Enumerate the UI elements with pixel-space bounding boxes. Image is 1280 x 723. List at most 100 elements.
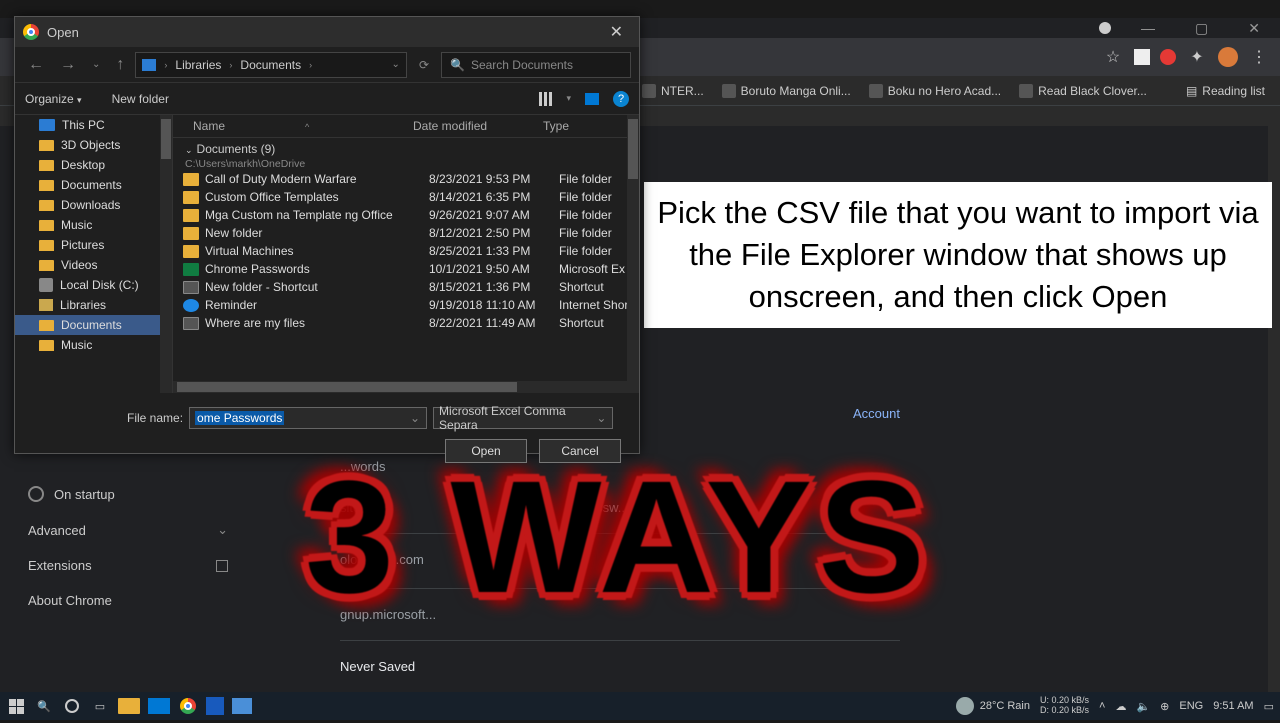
file-group[interactable]: ⌄Documents (9) bbox=[173, 138, 639, 158]
chevron-down-icon[interactable]: ⌄ bbox=[409, 411, 421, 425]
crumb-libraries[interactable]: Libraries bbox=[175, 58, 221, 72]
file-row[interactable]: Call of Duty Modern Warfare8/23/2021 9:5… bbox=[173, 170, 639, 188]
file-name: Custom Office Templates bbox=[205, 190, 429, 204]
bookmark-item[interactable]: Read Black Clover... bbox=[1019, 84, 1147, 98]
file-row[interactable]: Reminder9/19/2018 11:10 AMInternet Shor bbox=[173, 296, 639, 314]
extensions-puzzle-icon[interactable]: ✦ bbox=[1186, 46, 1208, 68]
start-button[interactable] bbox=[6, 696, 26, 716]
sidebar-item-advanced[interactable]: Advanced⌄ bbox=[28, 512, 228, 548]
tree-item[interactable]: 3D Objects bbox=[15, 135, 172, 155]
minimize-button[interactable]: — bbox=[1131, 18, 1165, 38]
tree-item[interactable]: Music bbox=[15, 215, 172, 235]
organize-button[interactable]: Organize ▾ bbox=[25, 92, 82, 106]
tree-label: Videos bbox=[61, 258, 97, 272]
file-row[interactable]: Virtual Machines8/25/2021 1:33 PMFile fo… bbox=[173, 242, 639, 260]
col-name[interactable]: Name^ bbox=[183, 119, 413, 133]
tree-item[interactable]: Desktop bbox=[15, 155, 172, 175]
weather-widget[interactable]: 28°C Rain bbox=[956, 697, 1030, 715]
bookmark-item[interactable]: Boruto Manga Onli... bbox=[722, 84, 851, 98]
file-name-input[interactable]: ome Passwords ⌄ bbox=[189, 407, 427, 429]
file-icon bbox=[183, 245, 199, 258]
refresh-button[interactable]: ⟳ bbox=[413, 58, 435, 72]
cortana-button[interactable] bbox=[62, 696, 82, 716]
bookmark-item[interactable]: NTER... bbox=[642, 84, 704, 98]
tree-item[interactable]: Videos bbox=[15, 255, 172, 275]
file-icon bbox=[183, 173, 199, 186]
tree-item[interactable]: Documents bbox=[15, 175, 172, 195]
recent-dropdown[interactable]: ⌄ bbox=[87, 57, 105, 72]
extension-icon[interactable] bbox=[1134, 49, 1150, 65]
file-row[interactable]: New folder - Shortcut8/15/2021 1:36 PMSh… bbox=[173, 278, 639, 296]
star-icon[interactable]: ☆ bbox=[1102, 46, 1124, 68]
file-type: File folder bbox=[559, 208, 629, 222]
view-button[interactable] bbox=[539, 92, 552, 106]
language-indicator[interactable]: ENG bbox=[1179, 700, 1203, 712]
open-button[interactable]: Open bbox=[445, 439, 527, 463]
account-dot-icon[interactable] bbox=[1099, 22, 1111, 34]
search-button[interactable]: 🔍 bbox=[34, 696, 54, 716]
tray-up-icon[interactable]: ˄ bbox=[1099, 700, 1105, 712]
dialog-title: Open bbox=[47, 25, 79, 40]
up-button[interactable]: ↑ bbox=[111, 54, 129, 76]
tree-item[interactable]: This PC bbox=[15, 115, 172, 135]
clock[interactable]: 9:51 AM bbox=[1213, 700, 1253, 712]
tree-item[interactable]: Music bbox=[15, 335, 172, 355]
preview-pane-button[interactable] bbox=[585, 93, 599, 105]
file-row[interactable]: New folder8/12/2021 2:50 PMFile folder bbox=[173, 224, 639, 242]
tree-item[interactable]: Documents bbox=[15, 315, 172, 335]
word-icon[interactable] bbox=[206, 697, 224, 715]
cancel-button[interactable]: Cancel bbox=[539, 439, 621, 463]
task-view-button[interactable]: ▭ bbox=[90, 696, 110, 716]
chrome-taskbar-icon[interactable] bbox=[178, 696, 198, 716]
notifications-icon[interactable]: ▭ bbox=[1264, 700, 1274, 713]
file-header-row: Name^ Date modified Type bbox=[173, 115, 639, 138]
speaker-icon[interactable]: 🔈 bbox=[1136, 700, 1150, 713]
maximize-button[interactable]: ▢ bbox=[1185, 18, 1218, 39]
forward-button[interactable]: → bbox=[55, 54, 81, 76]
instruction-overlay: Pick the CSV file that you want to impor… bbox=[644, 182, 1272, 328]
file-type-filter[interactable]: Microsoft Excel Comma Separa ⌄ bbox=[433, 407, 613, 429]
search-input[interactable]: 🔍 Search Documents bbox=[441, 52, 631, 78]
explorer-icon[interactable] bbox=[118, 698, 140, 714]
file-type: Shortcut bbox=[559, 316, 629, 330]
sidebar-item-about[interactable]: About Chrome bbox=[28, 583, 228, 618]
reading-list-button[interactable]: ▤Reading list bbox=[1186, 84, 1265, 98]
avatar[interactable] bbox=[1218, 47, 1238, 67]
bookmark-item[interactable]: Boku no Hero Acad... bbox=[869, 84, 1001, 98]
tree-item[interactable]: Downloads bbox=[15, 195, 172, 215]
file-row[interactable]: Chrome Passwords10/1/2021 9:50 AMMicroso… bbox=[173, 260, 639, 278]
crumb-documents[interactable]: Documents bbox=[240, 58, 301, 72]
crumb-dropdown-icon[interactable]: ⌄ bbox=[392, 59, 400, 70]
file-row[interactable]: Custom Office Templates8/14/2021 6:35 PM… bbox=[173, 188, 639, 206]
app-icon[interactable] bbox=[232, 698, 252, 714]
back-button[interactable]: ← bbox=[23, 54, 49, 76]
files-scrollbar[interactable] bbox=[627, 115, 639, 393]
new-folder-button[interactable]: New folder bbox=[112, 92, 169, 106]
help-icon[interactable]: ? bbox=[613, 91, 629, 107]
file-row[interactable]: Mga Custom na Template ng Office9/26/202… bbox=[173, 206, 639, 224]
cloud-icon[interactable]: ☁ bbox=[1115, 700, 1126, 713]
sidebar-item-startup[interactable]: On startup bbox=[28, 476, 228, 512]
chevron-down-icon[interactable]: ▾ bbox=[566, 93, 571, 104]
breadcrumb[interactable]: › Libraries › Documents › ⌄ bbox=[135, 52, 407, 78]
mail-icon[interactable] bbox=[148, 698, 170, 714]
tree-scrollbar[interactable] bbox=[160, 115, 172, 393]
extension-red-icon[interactable] bbox=[1160, 49, 1176, 65]
horizontal-scrollbar[interactable] bbox=[173, 381, 627, 393]
close-button[interactable]: ✕ bbox=[1238, 18, 1270, 39]
close-icon[interactable]: ✕ bbox=[602, 20, 631, 44]
tree-item[interactable]: Pictures bbox=[15, 235, 172, 255]
sidebar-item-extensions[interactable]: Extensions bbox=[28, 548, 228, 583]
list-icon: ▤ bbox=[1186, 84, 1197, 98]
tree-label: Documents bbox=[61, 178, 122, 192]
chevron-down-icon: ▾ bbox=[77, 95, 82, 105]
file-name: Chrome Passwords bbox=[205, 262, 429, 276]
tree-item[interactable]: Libraries bbox=[15, 295, 172, 315]
col-date[interactable]: Date modified bbox=[413, 119, 543, 133]
bookmark-icon bbox=[722, 84, 736, 98]
col-type[interactable]: Type bbox=[543, 119, 629, 133]
tree-item[interactable]: Local Disk (C:) bbox=[15, 275, 172, 295]
wifi-icon[interactable]: ⊕ bbox=[1160, 700, 1169, 713]
file-row[interactable]: Where are my files8/22/2021 11:49 AMShor… bbox=[173, 314, 639, 332]
chrome-menu-icon[interactable]: ⋮ bbox=[1248, 46, 1270, 68]
